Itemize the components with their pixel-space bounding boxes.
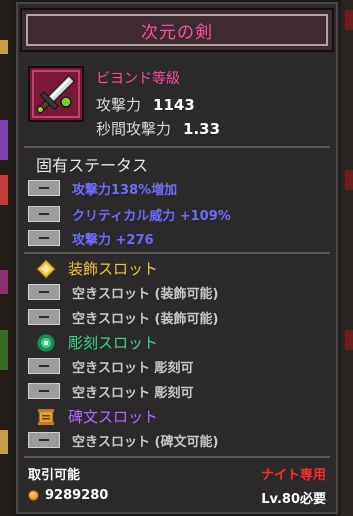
divider	[24, 456, 330, 458]
attack-label: 攻撃力	[96, 96, 142, 114]
empty-slot-icon	[28, 309, 60, 325]
coin-icon	[28, 490, 39, 501]
slot-label: 空きスロット 彫刻可	[72, 385, 194, 401]
item-grade: ビヨンド等級	[96, 71, 180, 87]
attack-speed-value: 1.33	[183, 120, 221, 138]
accessory-slot-header: 装飾スロット	[36, 258, 158, 279]
rune-slot[interactable]: 空きスロット (碑文可能)	[28, 430, 218, 450]
edge-decoration	[0, 120, 8, 160]
item-title-bar: 次元の剣	[20, 8, 334, 52]
accessory-slot[interactable]: 空きスロット (装飾可能)	[28, 282, 218, 302]
edge-decoration	[0, 270, 8, 294]
unique-status-line: 攻撃力 +276	[28, 228, 154, 248]
gem-diamond-icon	[36, 258, 56, 279]
edge-decoration	[0, 175, 8, 205]
rune-slot-title: 碑文スロット	[68, 408, 159, 426]
status-text: 攻撃力138%増加	[72, 182, 178, 198]
slot-label: 空きスロット (装飾可能)	[72, 311, 219, 327]
scroll-icon	[36, 407, 56, 427]
item-icon-frame[interactable]	[28, 66, 84, 122]
edge-decoration	[345, 10, 353, 30]
item-name: 次元の剣	[141, 22, 213, 43]
edge-decoration	[0, 330, 8, 370]
status-text: 攻撃力 +276	[72, 232, 154, 248]
edge-decoration	[345, 170, 353, 190]
status-marker-icon	[28, 230, 60, 246]
empty-slot-icon	[28, 284, 60, 300]
sell-price: 9289280	[28, 488, 108, 503]
slot-label: 空きスロット 彫刻可	[72, 360, 194, 376]
attack-speed-label: 秒間攻撃力	[96, 120, 172, 138]
engraving-slot[interactable]: 空きスロット 彫刻可	[28, 381, 194, 401]
status-marker-icon	[28, 180, 60, 196]
slot-label: 空きスロット (装飾可能)	[72, 286, 219, 302]
empty-slot-icon	[28, 383, 60, 399]
edge-decoration	[0, 430, 8, 454]
empty-slot-icon	[28, 358, 60, 374]
rune-slot-header: 碑文スロット	[36, 406, 158, 427]
background-panel-left	[0, 0, 14, 516]
attack-speed-stat: 秒間攻撃力 1.33	[96, 118, 220, 139]
tradable-status: 取引可能	[28, 468, 81, 483]
unique-status-line: クリティカル威力 +109%	[28, 204, 231, 224]
status-marker-icon	[28, 206, 60, 222]
engraving-slot[interactable]: 空きスロット 彫刻可	[28, 356, 194, 376]
slot-label: 空きスロット (碑文可能)	[72, 434, 219, 450]
empty-slot-icon	[28, 432, 60, 448]
price-value: 9289280	[45, 488, 109, 503]
unique-status-title: 固有ステータス	[36, 156, 149, 175]
accessory-slot-title: 装飾スロット	[68, 260, 159, 278]
engraving-slot-title: 彫刻スロット	[68, 334, 159, 352]
engraving-orb-icon	[36, 333, 56, 353]
sword-icon	[36, 74, 76, 114]
background-panel-right	[341, 0, 353, 516]
edge-decoration	[345, 330, 353, 350]
attack-stat: 攻撃力 1143	[96, 94, 195, 115]
status-text: クリティカル威力 +109%	[72, 208, 231, 224]
divider	[24, 146, 330, 148]
accessory-slot[interactable]: 空きスロット (装飾可能)	[28, 307, 218, 327]
attack-value: 1143	[153, 96, 195, 114]
divider	[24, 252, 330, 254]
edge-decoration	[0, 40, 8, 54]
item-tooltip: 次元の剣 ビヨンド等級 攻撃力 1143 秒間攻撃力 1.33 固有ステータス 攻撃…	[16, 2, 338, 514]
engraving-slot-header: 彫刻スロット	[36, 332, 158, 353]
class-restriction: ナイト専用	[260, 468, 326, 483]
unique-status-line: 攻撃力138%増加	[28, 178, 177, 198]
required-level: Lv.80必要	[261, 492, 326, 507]
